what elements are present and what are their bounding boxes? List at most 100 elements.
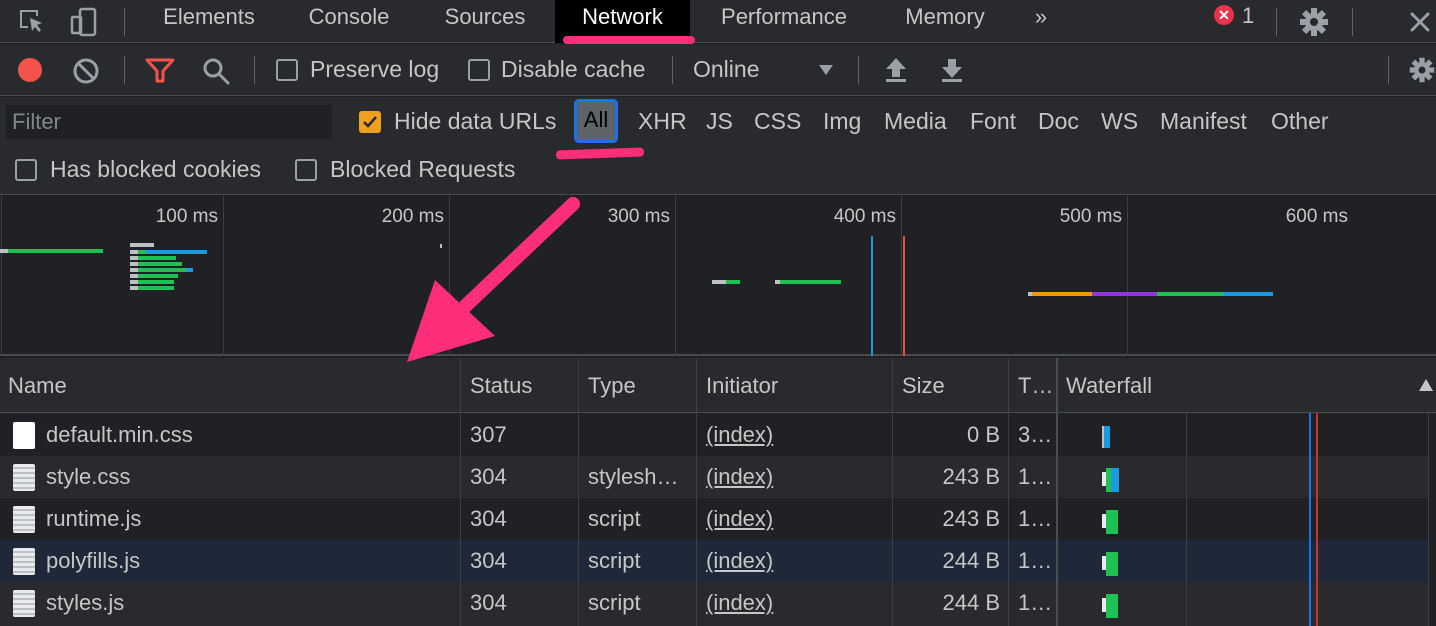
request-type: stylesh… — [588, 464, 679, 489]
request-status: 304 — [470, 506, 507, 531]
column-header-type[interactable]: Type — [580, 358, 696, 413]
column-header-waterfall[interactable]: Waterfall — [1058, 358, 1418, 413]
tab-console[interactable]: Console — [288, 0, 410, 43]
request-name[interactable]: style.css — [46, 456, 456, 498]
request-time: 1… — [1018, 548, 1053, 573]
script-file-icon — [13, 548, 35, 575]
clear-icon[interactable] — [72, 57, 100, 85]
overview-waterfall-bars — [0, 236, 1273, 356]
filter-type-js[interactable]: JS — [706, 107, 733, 135]
device-toolbar-icon[interactable] — [68, 6, 100, 38]
column-header-name[interactable]: Name — [0, 358, 460, 413]
network-settings-gear-icon[interactable] — [1408, 54, 1436, 86]
request-initiator-link[interactable]: (index) — [706, 498, 886, 540]
tab-performance[interactable]: Performance — [702, 0, 866, 43]
request-name[interactable]: default.min.css — [46, 414, 456, 456]
preserve-log-checkbox[interactable] — [276, 59, 298, 81]
request-initiator-link[interactable]: (index) — [706, 540, 886, 582]
filter-type-css[interactable]: CSS — [754, 107, 801, 135]
filter-bar: Hide data URLs All XHR JS CSS Img Media … — [0, 97, 1436, 195]
table-row-selected[interactable]: polyfills.js 304 script (index) 244 B 1… — [0, 540, 1428, 582]
waterfall-gridline — [1186, 413, 1187, 626]
column-header-initiator[interactable]: Initiator — [698, 358, 892, 413]
table-row[interactable]: default.min.css 307 (index) 0 B 3… — [0, 414, 1428, 456]
preserve-log-label: Preserve log — [310, 56, 440, 82]
request-type — [588, 414, 690, 456]
record-button[interactable] — [18, 58, 42, 82]
request-status: 304 — [470, 590, 507, 615]
request-type: script — [588, 590, 641, 615]
filter-type-all[interactable]: All — [574, 99, 618, 143]
export-har-icon[interactable] — [939, 56, 965, 84]
request-size: 0 B — [966, 422, 1000, 447]
filter-type-manifest[interactable]: Manifest — [1160, 107, 1247, 135]
request-initiator-link[interactable]: (index) — [706, 414, 886, 456]
table-row[interactable]: runtime.js 304 script (index) 243 B 1… — [0, 498, 1428, 540]
search-icon[interactable] — [202, 57, 230, 85]
column-separator[interactable] — [1008, 358, 1009, 626]
column-separator[interactable] — [578, 358, 579, 626]
filter-type-doc[interactable]: Doc — [1038, 107, 1079, 135]
request-initiator-link[interactable]: (index) — [706, 456, 886, 498]
throttling-select[interactable]: Online — [693, 56, 759, 83]
dropdown-arrow-icon[interactable] — [818, 64, 834, 76]
column-header-size[interactable]: Size — [894, 358, 1008, 413]
disable-cache-checkbox[interactable] — [468, 59, 490, 81]
toolbar-separator — [672, 56, 673, 84]
sort-ascending-icon[interactable] — [1418, 378, 1434, 392]
devtools-tab-bar: Elements Console Sources Network Perform… — [0, 0, 1436, 44]
filter-type-img[interactable]: Img — [823, 107, 861, 135]
error-icon[interactable]: ✕ — [1214, 5, 1234, 25]
request-type: script — [588, 506, 641, 531]
filter-type-xhr[interactable]: XHR — [638, 107, 687, 135]
hide-data-urls-label: Hide data URLs — [394, 108, 557, 134]
has-blocked-cookies-checkbox[interactable] — [15, 159, 37, 181]
tab-memory[interactable]: Memory — [884, 0, 1006, 43]
request-status: 304 — [470, 548, 507, 573]
inspect-element-icon[interactable] — [16, 6, 48, 38]
error-count[interactable]: 1 — [1242, 3, 1254, 29]
checkmark-icon — [363, 116, 377, 128]
column-separator[interactable] — [696, 358, 697, 626]
request-type: script — [588, 548, 641, 573]
filter-input[interactable] — [6, 105, 332, 139]
hide-data-urls-checkbox[interactable] — [359, 111, 381, 133]
import-har-icon[interactable] — [883, 56, 909, 84]
filter-icon[interactable] — [145, 58, 175, 84]
waterfall-bar — [1102, 510, 1118, 534]
request-name[interactable]: polyfills.js — [46, 540, 456, 582]
settings-gear-icon[interactable] — [1298, 6, 1330, 38]
request-time: 1… — [1018, 464, 1053, 489]
script-file-icon — [13, 590, 35, 617]
filter-type-ws[interactable]: WS — [1101, 107, 1138, 135]
request-name[interactable]: runtime.js — [46, 498, 456, 540]
tab-elements[interactable]: Elements — [140, 0, 278, 43]
toolbar-separator — [858, 56, 859, 84]
document-file-icon — [13, 422, 35, 449]
waterfall-load-line — [1316, 413, 1318, 626]
request-name[interactable]: styles.js — [46, 582, 456, 624]
annotation-underline-network — [563, 36, 695, 44]
request-time: 3… — [1018, 422, 1053, 447]
tab-sources[interactable]: Sources — [422, 0, 548, 43]
waterfall-domcontentloaded-line — [1309, 413, 1311, 626]
more-tabs-button[interactable]: » — [1022, 0, 1060, 43]
network-overview[interactable]: 100 ms 200 ms 300 ms 400 ms 500 ms 600 m… — [0, 196, 1436, 356]
table-row[interactable]: styles.js 304 script (index) 244 B 1… — [0, 582, 1428, 626]
column-separator[interactable] — [1056, 358, 1058, 626]
column-separator[interactable] — [892, 358, 893, 626]
column-header-time[interactable]: T… — [1010, 358, 1056, 413]
close-icon[interactable] — [1404, 6, 1436, 38]
table-scrollbar[interactable] — [1428, 413, 1436, 626]
filter-type-font[interactable]: Font — [970, 107, 1016, 135]
request-initiator-link[interactable]: (index) — [706, 582, 886, 624]
stylesheet-file-icon — [13, 464, 35, 491]
column-separator[interactable] — [460, 358, 461, 626]
table-row[interactable]: style.css 304 stylesh… (index) 243 B 1… — [0, 456, 1428, 498]
blocked-requests-checkbox[interactable] — [295, 159, 317, 181]
toolbar-separator — [1276, 8, 1277, 36]
filter-type-media[interactable]: Media — [884, 107, 947, 135]
annotation-underline-all — [555, 147, 645, 160]
request-table-header: Name Status Type Initiator Size T… Water… — [0, 358, 1436, 413]
filter-type-other[interactable]: Other — [1271, 107, 1329, 135]
